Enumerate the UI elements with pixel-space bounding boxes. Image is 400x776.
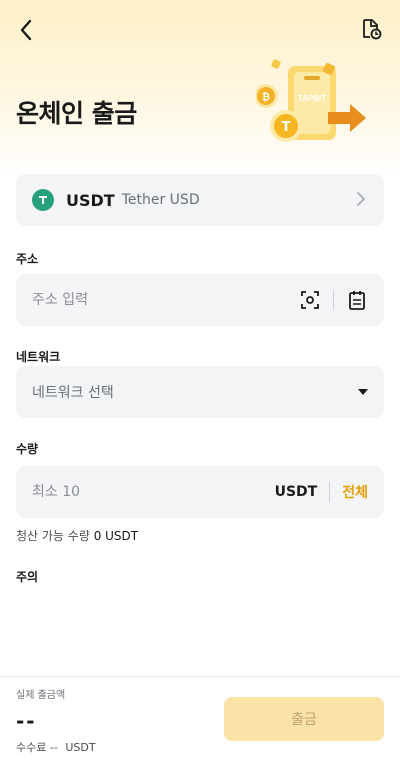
- page-title: 온체인 출금: [16, 99, 137, 128]
- coin-full-name: Tether USD: [121, 192, 200, 208]
- scan-icon: [301, 291, 319, 309]
- amount-field: USDT 전체: [16, 466, 384, 518]
- network-dropdown[interactable]: 네트워크 선택: [16, 366, 384, 418]
- coin-symbol: USDT: [66, 190, 115, 210]
- svg-text:T: T: [282, 120, 291, 135]
- nav-bar: [0, 0, 400, 62]
- network-selected-text: 네트워크 선택: [32, 385, 114, 401]
- scan-qr-button[interactable]: [299, 289, 321, 311]
- footer-bar: 실제 출금액 -- 수수료 -- USDT 출금: [0, 676, 400, 776]
- hero-illustration: ₿ T TAPBIT: [254, 56, 376, 156]
- network-label: 네트워크: [16, 350, 61, 364]
- amount-unit: USDT: [274, 484, 318, 500]
- back-arrow-icon: [20, 19, 32, 41]
- divider: [329, 482, 331, 502]
- clipboard-icon: [349, 291, 365, 310]
- divider: [333, 290, 334, 310]
- amount-input[interactable]: [32, 484, 275, 500]
- address-input[interactable]: [32, 292, 299, 308]
- fee-value: --: [49, 741, 58, 754]
- usdt-logo-icon: [32, 189, 54, 211]
- address-book-button[interactable]: [346, 289, 368, 311]
- chevron-right-icon: [356, 191, 366, 211]
- caret-down-icon: [358, 389, 368, 395]
- address-field: [16, 274, 384, 326]
- withdraw-button[interactable]: 출금: [224, 697, 384, 741]
- withdraw-history-button[interactable]: [360, 18, 384, 42]
- receive-amount-label: 실제 출금액: [16, 690, 66, 701]
- svg-text:₿: ₿: [262, 91, 270, 103]
- receive-amount-value: --: [16, 709, 37, 733]
- fee-info: 수수료 -- USDT: [16, 739, 96, 755]
- document-clock-icon: [363, 19, 382, 40]
- available-value: 0 USDT: [93, 529, 139, 543]
- fee-unit: USDT: [65, 741, 96, 754]
- fee-label: 수수료: [16, 741, 47, 754]
- amount-label: 수량: [16, 442, 39, 456]
- hero-brand-text: TAPBIT: [297, 94, 327, 103]
- notice-label: 주의: [16, 570, 39, 584]
- address-label: 주소: [16, 252, 39, 266]
- back-button[interactable]: [12, 16, 40, 44]
- available-label: 청산 가능 수량: [16, 529, 90, 543]
- available-amount: 청산 가능 수량 0 USDT: [16, 527, 138, 544]
- max-amount-button[interactable]: 전체: [342, 482, 368, 502]
- coin-selector[interactable]: USDT Tether USD: [16, 174, 384, 226]
